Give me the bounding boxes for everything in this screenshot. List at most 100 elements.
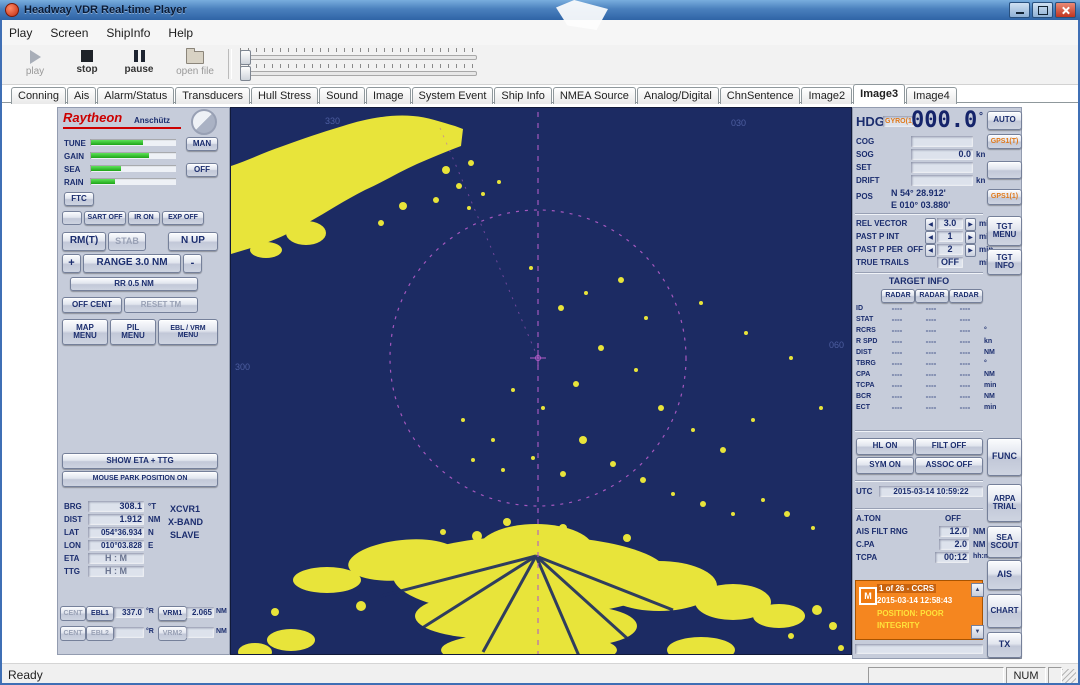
open-file-button[interactable]: open file bbox=[166, 48, 224, 81]
menu-help[interactable]: Help bbox=[159, 22, 202, 44]
maximize-button[interactable] bbox=[1032, 2, 1053, 18]
resize-grip[interactable] bbox=[1062, 669, 1076, 683]
pos-source-button[interactable]: GPS1(1) bbox=[987, 189, 1022, 205]
speed-slider-thumb[interactable] bbox=[240, 50, 251, 65]
arpa-trial-button[interactable]: ARPA TRIAL bbox=[987, 484, 1022, 522]
off-cent-button[interactable]: OFF CENT bbox=[62, 297, 122, 313]
sym-button[interactable]: SYM ON bbox=[856, 457, 914, 474]
past-p-per-inc-button[interactable]: ▶ bbox=[965, 244, 976, 257]
past-p-int-inc-button[interactable]: ▶ bbox=[965, 231, 976, 244]
tab-sound[interactable]: Sound bbox=[319, 87, 365, 104]
menu-shipinfo[interactable]: ShipInfo bbox=[97, 22, 159, 44]
rel-vector-inc-button[interactable]: ▶ bbox=[965, 218, 976, 231]
vrm1-button[interactable]: VRM1 bbox=[158, 606, 187, 621]
tab-nmea-source[interactable]: NMEA Source bbox=[553, 87, 636, 104]
tab-image4[interactable]: Image4 bbox=[906, 87, 957, 104]
target-col2-button[interactable]: RADAR bbox=[915, 289, 949, 303]
hl-button[interactable]: HL ON bbox=[856, 438, 914, 455]
past-p-per-dec-button[interactable]: ◀ bbox=[925, 244, 936, 257]
tab-conning[interactable]: Conning bbox=[11, 87, 66, 104]
vrm2-button[interactable]: VRM2 bbox=[158, 626, 187, 641]
filt-button[interactable]: FILT OFF bbox=[915, 438, 983, 455]
pause-button[interactable]: pause bbox=[114, 48, 164, 81]
tab-ais[interactable]: Ais bbox=[67, 87, 96, 104]
ebl1-cent-button[interactable]: CENT bbox=[60, 606, 86, 621]
assoc-button[interactable]: ASSOC OFF bbox=[915, 457, 983, 474]
gain-slider[interactable] bbox=[90, 152, 176, 159]
tab-chnsentence[interactable]: ChnSentence bbox=[720, 87, 801, 104]
position-slider-thumb[interactable] bbox=[240, 66, 251, 81]
target-row-r-spd: R SPD------------kn bbox=[853, 337, 1023, 348]
tgt-menu-button[interactable]: TGT MENU bbox=[987, 216, 1022, 246]
radar-echoes bbox=[231, 116, 844, 654]
orientation-button[interactable]: N UP bbox=[168, 232, 218, 251]
window-title: Headway VDR Real-time Player bbox=[24, 4, 187, 16]
target-row-cpa: CPA------------NM bbox=[853, 370, 1023, 381]
radar-ppi[interactable]: 330 030 300 060 bbox=[230, 107, 852, 655]
target-cell: ---- bbox=[949, 337, 981, 346]
vrm2-range-unit: NM bbox=[216, 628, 227, 635]
tab-ship-info[interactable]: Ship Info bbox=[494, 87, 551, 104]
sea-scout-button[interactable]: SEA SCOUT bbox=[987, 526, 1022, 558]
sart-button[interactable]: SART OFF bbox=[84, 211, 126, 225]
tab-image2[interactable]: Image2 bbox=[801, 87, 852, 104]
reset-tm-button[interactable]: RESET TM bbox=[124, 297, 198, 313]
menu-screen[interactable]: Screen bbox=[41, 22, 97, 44]
ftc-button[interactable]: FTC bbox=[64, 192, 94, 206]
tgt-info-button[interactable]: TGT INFO bbox=[987, 249, 1022, 275]
off-button[interactable]: OFF bbox=[186, 163, 218, 177]
range-rings-button[interactable]: RR 0.5 NM bbox=[70, 277, 198, 291]
func-button[interactable]: FUNC bbox=[987, 438, 1022, 476]
range-down-button[interactable]: - bbox=[183, 254, 202, 273]
cog-source-button[interactable]: GPS1(T) bbox=[987, 134, 1022, 149]
anschuetz-logo-icon[interactable] bbox=[191, 109, 217, 135]
ais-button[interactable]: AIS bbox=[987, 560, 1022, 590]
status-text: Ready bbox=[8, 668, 43, 682]
chart-button[interactable]: CHART bbox=[987, 594, 1022, 628]
map-menu-button[interactable]: MAP MENU bbox=[62, 319, 108, 345]
minimize-button[interactable] bbox=[1009, 2, 1030, 18]
exp-button[interactable]: EXP OFF bbox=[162, 211, 204, 225]
sea-slider[interactable] bbox=[90, 165, 176, 172]
man-button[interactable]: MAN bbox=[186, 137, 218, 151]
blank-small-button[interactable] bbox=[62, 211, 82, 225]
play-button[interactable]: play bbox=[10, 48, 60, 81]
close-button[interactable] bbox=[1055, 2, 1076, 18]
rain-slider[interactable] bbox=[90, 178, 176, 185]
tab-transducers[interactable]: Transducers bbox=[175, 87, 250, 104]
alarm-scroll-down-button[interactable]: ▼ bbox=[971, 625, 984, 639]
target-cell: ---- bbox=[915, 392, 947, 401]
ebl1-button[interactable]: EBL1 bbox=[86, 606, 114, 621]
mouse-park-button[interactable]: MOUSE PARK POSITION ON bbox=[62, 471, 218, 487]
tune-label: TUNE bbox=[64, 139, 86, 148]
show-eta-button[interactable]: SHOW ETA + TTG bbox=[62, 453, 218, 469]
range-up-button[interactable]: + bbox=[62, 254, 81, 273]
ebl2-button[interactable]: EBL2 bbox=[86, 626, 114, 641]
ebl2-cent-button[interactable]: CENT bbox=[60, 626, 86, 641]
ebl-vrm-menu-button[interactable]: EBL / VRM MENU bbox=[158, 319, 218, 345]
past-p-int-dec-button[interactable]: ◀ bbox=[925, 231, 936, 244]
pil-menu-button[interactable]: PIL MENU bbox=[110, 319, 156, 345]
tab-image[interactable]: Image bbox=[366, 87, 411, 104]
tab-alarm-status[interactable]: Alarm/Status bbox=[97, 87, 174, 104]
rel-vector-dec-button[interactable]: ◀ bbox=[925, 218, 936, 231]
menu-play[interactable]: Play bbox=[0, 22, 41, 44]
alarm-scroll-up-button[interactable]: ▲ bbox=[971, 583, 984, 597]
set-value bbox=[911, 162, 973, 173]
target-col3-button[interactable]: RADAR bbox=[949, 289, 983, 303]
tune-slider[interactable] bbox=[90, 139, 176, 146]
set-drift-button[interactable] bbox=[987, 161, 1022, 179]
stab-button[interactable]: STAB bbox=[108, 232, 146, 251]
tab-analog-digital[interactable]: Analog/Digital bbox=[637, 87, 719, 104]
stop-button[interactable]: stop bbox=[62, 48, 112, 81]
target-col1-button[interactable]: RADAR bbox=[881, 289, 915, 303]
past-p-per-label: PAST P PER bbox=[856, 245, 903, 254]
alarm-mute-button[interactable]: M bbox=[859, 587, 877, 605]
tx-button[interactable]: TX bbox=[987, 632, 1022, 658]
tab-image3[interactable]: Image3 bbox=[853, 84, 905, 104]
motion-mode-button[interactable]: RM(T) bbox=[62, 232, 106, 251]
tab-system-event[interactable]: System Event bbox=[412, 87, 494, 104]
auto-button[interactable]: AUTO bbox=[987, 111, 1022, 130]
ir-button[interactable]: IR ON bbox=[128, 211, 160, 225]
tab-hull-stress[interactable]: Hull Stress bbox=[251, 87, 318, 104]
